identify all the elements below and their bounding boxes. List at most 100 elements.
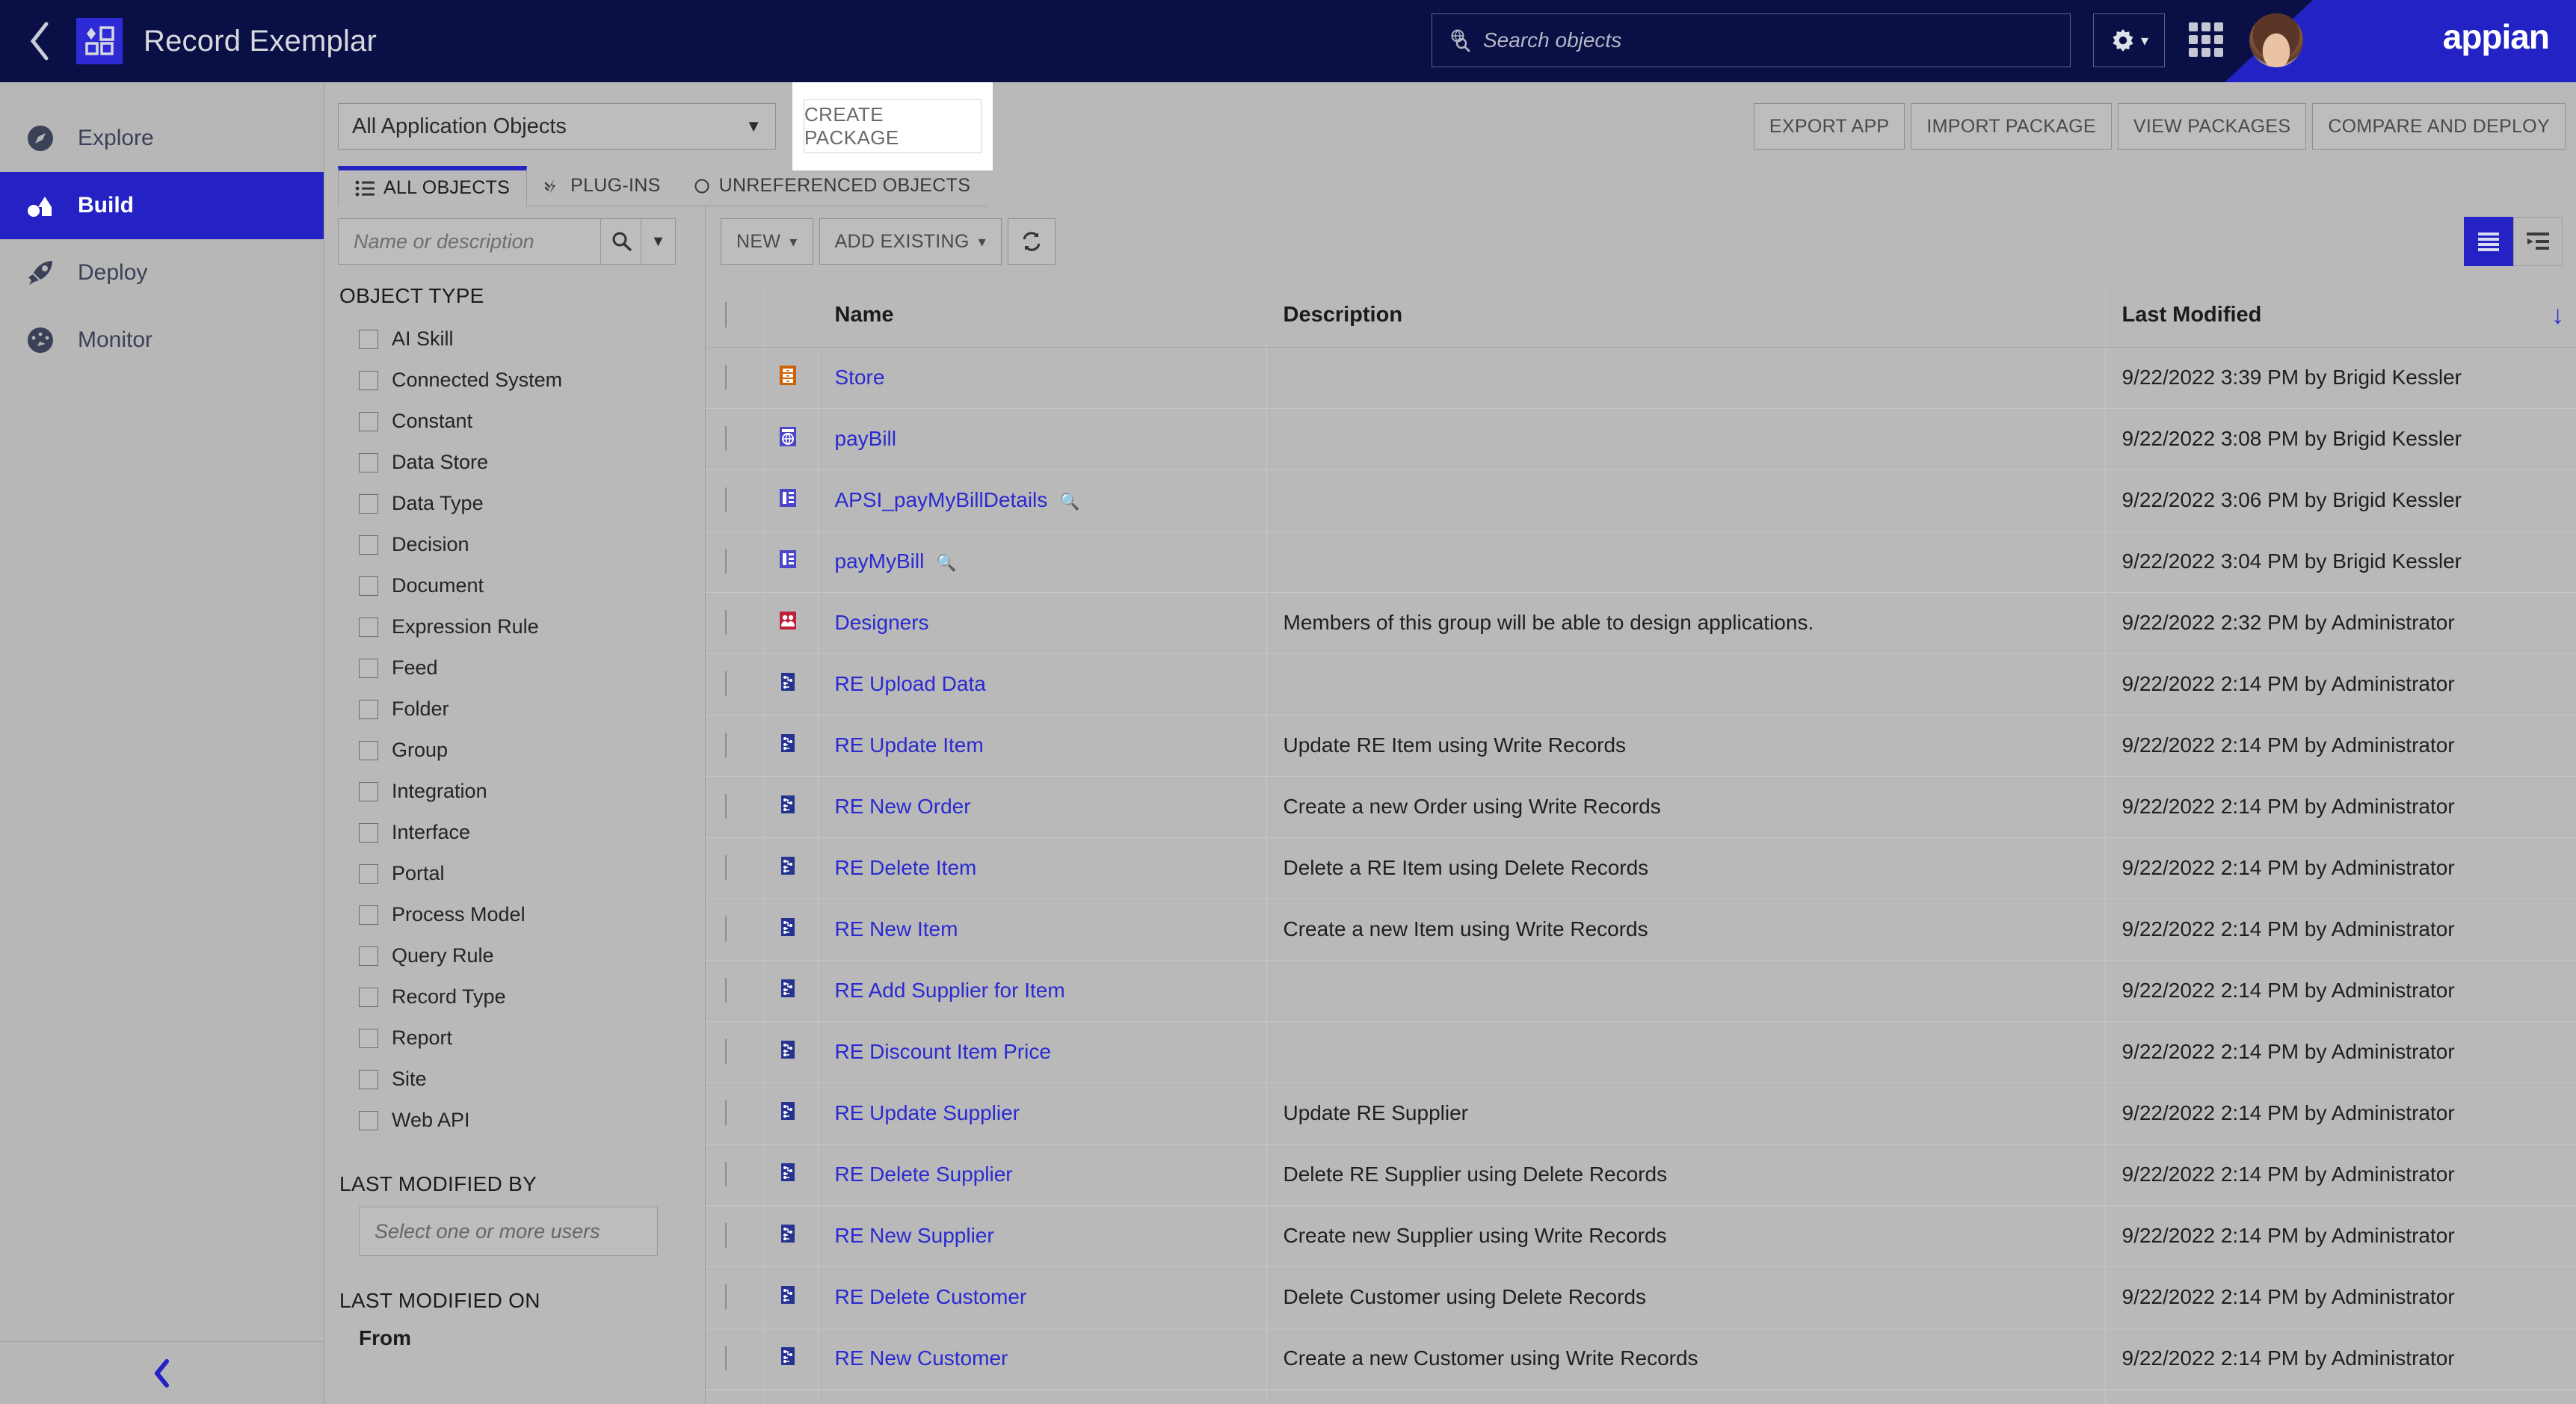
table-row[interactable]: payBill 9/22/2022 3:08 PM by Brigid Kess… xyxy=(706,408,2576,470)
object-link[interactable]: payBill xyxy=(835,427,896,450)
object-link[interactable]: RE Discount Item Price xyxy=(835,1040,1051,1063)
back-button[interactable] xyxy=(22,19,57,64)
checkbox[interactable] xyxy=(359,411,378,431)
filter-checkbox-expression-rule[interactable]: Expression Rule xyxy=(338,606,691,647)
object-link[interactable]: RE New Supplier xyxy=(835,1224,994,1247)
apps-grid-button[interactable] xyxy=(2189,22,2225,58)
sidebar-item-deploy[interactable]: Deploy xyxy=(0,239,324,307)
table-row[interactable]: APSI_payMyBillDetails 🔍 9/22/2022 3:06 P… xyxy=(706,469,2576,532)
checkbox[interactable] xyxy=(359,658,378,678)
filter-checkbox-decision[interactable]: Decision xyxy=(338,524,691,565)
checkbox[interactable] xyxy=(359,699,378,719)
object-link[interactable]: RE Update Item xyxy=(835,733,984,757)
checkbox[interactable] xyxy=(359,493,378,514)
table-row[interactable]: RE Add Supplier for Item 9/22/2022 2:14 … xyxy=(706,960,2576,1022)
filter-checkbox-feed[interactable]: Feed xyxy=(338,647,691,689)
checkbox[interactable] xyxy=(359,1110,378,1130)
select-all-header[interactable] xyxy=(706,284,765,348)
table-row[interactable]: Designers Members of this group will be … xyxy=(706,592,2576,654)
table-row[interactable]: RE Upload Data 9/22/2022 2:14 PM by Admi… xyxy=(706,653,2576,715)
table-row[interactable]: RE Generate Order for Cust 9/22/2022 2:1… xyxy=(706,1389,2576,1404)
filter-checkbox-record-type[interactable]: Record Type xyxy=(338,976,691,1017)
checkbox[interactable] xyxy=(359,1028,378,1048)
add-existing-button[interactable]: ADD EXISTING ▾ xyxy=(819,218,1002,265)
filter-search-options-button[interactable]: ▼ xyxy=(641,218,676,265)
global-search-input[interactable]: Search objects xyxy=(1483,28,1621,52)
row-checkbox[interactable] xyxy=(725,365,727,390)
checkbox[interactable] xyxy=(359,946,378,966)
table-row[interactable]: RE Delete Item Delete a RE Item using De… xyxy=(706,837,2576,899)
checkbox[interactable] xyxy=(359,535,378,555)
object-link[interactable]: payMyBill xyxy=(835,549,925,573)
tree-view-button[interactable] xyxy=(2513,217,2563,266)
object-link[interactable]: RE Update Supplier xyxy=(835,1101,1020,1124)
collapse-sidebar-button[interactable] xyxy=(0,1341,324,1404)
settings-button[interactable]: ▾ xyxy=(2093,13,2165,67)
row-checkbox[interactable] xyxy=(725,610,727,635)
avatar[interactable] xyxy=(2249,13,2303,67)
table-row[interactable]: Store 9/22/2022 3:39 PM by Brigid Kessle… xyxy=(706,347,2576,409)
list-view-button[interactable] xyxy=(2464,217,2513,266)
filter-checkbox-web-api[interactable]: Web API xyxy=(338,1100,691,1141)
last-modified-by-input[interactable]: Select one or more users xyxy=(359,1207,658,1256)
table-row[interactable]: RE Delete Customer Delete Customer using… xyxy=(706,1266,2576,1328)
table-row[interactable]: RE New Customer Create a new Customer us… xyxy=(706,1328,2576,1390)
refresh-button[interactable] xyxy=(1007,218,1056,265)
filter-checkbox-interface[interactable]: Interface xyxy=(338,812,691,853)
import-package-button[interactable]: IMPORT PACKAGE xyxy=(1911,103,2112,150)
table-row[interactable]: RE New Supplier Create new Supplier usin… xyxy=(706,1205,2576,1267)
checkbox[interactable] xyxy=(359,905,378,925)
new-button[interactable]: NEW ▾ xyxy=(721,218,813,265)
filter-checkbox-site[interactable]: Site xyxy=(338,1059,691,1100)
row-checkbox[interactable] xyxy=(725,1223,727,1248)
table-row[interactable]: RE New Item Create a new Item using Writ… xyxy=(706,899,2576,961)
table-row[interactable]: RE Update Supplier Update RE Supplier 9/… xyxy=(706,1083,2576,1145)
object-link[interactable]: RE New Order xyxy=(835,795,971,818)
row-checkbox[interactable] xyxy=(725,794,727,819)
object-link[interactable]: RE Delete Customer xyxy=(835,1285,1027,1308)
filter-checkbox-integration[interactable]: Integration xyxy=(338,771,691,812)
row-checkbox[interactable] xyxy=(725,1039,727,1064)
object-link[interactable]: Store xyxy=(835,366,885,389)
row-checkbox[interactable] xyxy=(725,978,727,1003)
select-all-checkbox[interactable] xyxy=(725,302,727,328)
object-link[interactable]: Designers xyxy=(835,611,929,634)
row-checkbox[interactable] xyxy=(725,1346,727,1370)
column-header-last-modified[interactable]: Last Modified ↓ xyxy=(2105,284,2576,348)
tab-unreferenced-objects[interactable]: UNREFERENCED OBJECTS xyxy=(677,166,987,206)
row-checkbox[interactable] xyxy=(725,855,727,880)
filter-search-input[interactable]: Name or description xyxy=(338,218,601,265)
filter-checkbox-ai-skill[interactable]: AI Skill xyxy=(338,318,691,360)
compare-and-deploy-button[interactable]: COMPARE AND DEPLOY xyxy=(2312,103,2566,150)
tab-plug-ins[interactable]: PLUG-INS xyxy=(527,166,677,206)
sidebar-item-explore[interactable]: Explore xyxy=(0,105,324,172)
checkbox[interactable] xyxy=(359,617,378,637)
row-checkbox[interactable] xyxy=(725,1162,727,1186)
filter-checkbox-portal[interactable]: Portal xyxy=(338,853,691,894)
checkbox[interactable] xyxy=(359,740,378,760)
filter-checkbox-report[interactable]: Report xyxy=(338,1017,691,1059)
filter-checkbox-query-rule[interactable]: Query Rule xyxy=(338,935,691,976)
sidebar-item-build[interactable]: Build xyxy=(0,172,324,239)
filter-checkbox-connected-system[interactable]: Connected System xyxy=(338,360,691,401)
filter-checkbox-process-model[interactable]: Process Model xyxy=(338,894,691,935)
object-link[interactable]: RE Add Supplier for Item xyxy=(835,979,1065,1002)
row-checkbox[interactable] xyxy=(725,733,727,757)
object-link[interactable]: RE New Customer xyxy=(835,1346,1008,1370)
checkbox[interactable] xyxy=(359,781,378,801)
tab-all-objects[interactable]: ALL OBJECTS xyxy=(338,166,528,206)
object-link[interactable]: APSI_payMyBillDetails xyxy=(835,488,1048,511)
checkbox[interactable] xyxy=(359,329,378,349)
row-checkbox[interactable] xyxy=(725,549,727,573)
row-checkbox[interactable] xyxy=(725,1284,727,1309)
object-link[interactable]: RE Delete Item xyxy=(835,856,977,879)
table-row[interactable]: RE New Order Create a new Order using Wr… xyxy=(706,776,2576,838)
app-icon[interactable] xyxy=(76,18,123,64)
row-checkbox[interactable] xyxy=(725,426,727,451)
checkbox[interactable] xyxy=(359,576,378,596)
filter-checkbox-document[interactable]: Document xyxy=(338,565,691,606)
sidebar-item-monitor[interactable]: Monitor xyxy=(0,307,324,374)
object-link[interactable]: RE Upload Data xyxy=(835,672,986,695)
filter-search-button[interactable] xyxy=(601,218,641,265)
table-row[interactable]: RE Discount Item Price 9/22/2022 2:14 PM… xyxy=(706,1021,2576,1083)
